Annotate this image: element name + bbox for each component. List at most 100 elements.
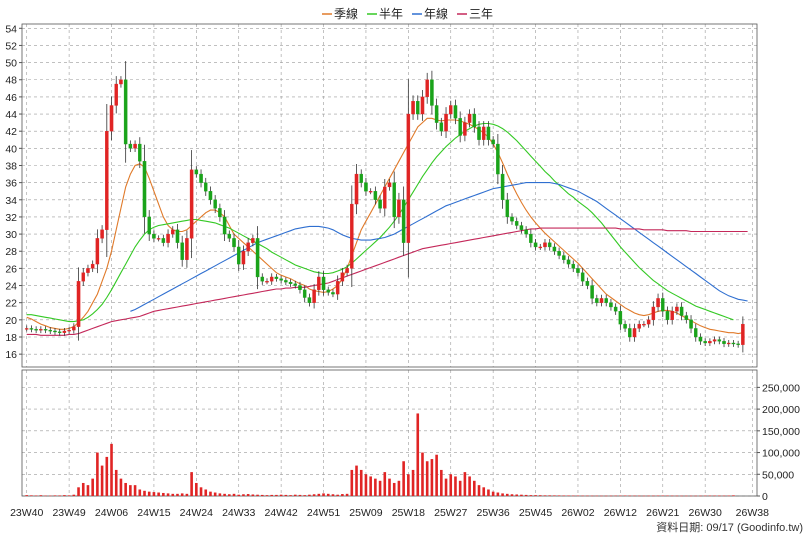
candle-body-97 <box>481 126 486 140</box>
candle-body-140 <box>684 315 689 320</box>
volume-bar-21 <box>124 482 127 496</box>
candle-body-15 <box>95 238 100 265</box>
price-tick-label-16: 48 <box>5 75 17 87</box>
volume-bar-27 <box>152 492 156 496</box>
candle-body-57 <box>293 283 298 286</box>
volume-bar-118 <box>581 495 584 497</box>
week-tick-label-6: 24W42 <box>264 507 297 519</box>
candle-body-79 <box>397 199 401 218</box>
price-tick-label-2: 20 <box>5 315 17 327</box>
candle-body-37 <box>199 173 203 183</box>
candle-body-16 <box>100 229 104 239</box>
candle-body-24 <box>138 143 142 162</box>
candle-body-70 <box>354 173 359 205</box>
volume-bar-65 <box>331 494 335 496</box>
data-date-footer: 資料日期: 09/17 (Goodinfo.tw) <box>656 520 803 534</box>
stock-chart: 季線 半年 年線 三年 16 18 20 22 24 26 28 30 32 34 36 38 40 42 44 4… <box>0 0 808 540</box>
candle-body-17 <box>105 131 109 230</box>
volume-bar-43 <box>228 494 231 496</box>
volume-bar-131 <box>642 495 646 497</box>
week-tick-label-0: 23W40 <box>10 507 43 519</box>
candle-body-29 <box>161 238 166 243</box>
volume-bar-90 <box>449 474 453 496</box>
candle-body-23 <box>133 143 137 149</box>
volume-bar-25 <box>143 490 146 496</box>
candle-body-61 <box>312 289 316 303</box>
volume-bar-48 <box>251 494 255 496</box>
week-tick-label-5: 24W33 <box>222 507 255 519</box>
candle-body-145 <box>708 341 712 344</box>
candle-body-99 <box>491 139 495 145</box>
volume-bar-67 <box>341 494 344 496</box>
volume-bar-147 <box>718 495 721 497</box>
volume-bar-77 <box>388 478 391 496</box>
candle-body-11 <box>76 281 81 327</box>
candle-body-119 <box>585 281 590 286</box>
candle-body-93 <box>463 122 467 136</box>
week-tick-label-12: 25W45 <box>519 507 552 519</box>
week-tick-label-10: 25W27 <box>434 507 467 519</box>
volume-bar-4 <box>44 495 47 497</box>
candle-body-120 <box>590 285 594 299</box>
candle-body-98 <box>486 126 491 140</box>
week-tick-label-14: 26W12 <box>604 507 637 519</box>
volume-bar-10 <box>72 494 76 496</box>
volume-bar-137 <box>670 495 674 497</box>
week-tick-label-1: 23W49 <box>52 507 85 519</box>
volume-bar-2 <box>34 495 38 496</box>
volume-bars <box>25 413 735 497</box>
candle-body-32 <box>175 229 180 243</box>
volume-bar-96 <box>477 485 481 496</box>
volume-bar-0 <box>25 495 29 496</box>
volume-bar-33 <box>180 493 184 496</box>
volume-bar-108 <box>534 495 537 496</box>
volume-bar-110 <box>543 495 547 496</box>
candlesticks <box>24 61 745 353</box>
volume-bar-78 <box>392 482 396 496</box>
candle-body-44 <box>232 238 236 248</box>
volume-bar-19 <box>114 469 118 496</box>
volume-bar-104 <box>515 494 519 496</box>
price-tick-label-17: 50 <box>5 58 17 70</box>
candle-body-142 <box>694 328 698 338</box>
week-tick-label-7: 24W51 <box>307 507 340 519</box>
volume-bar-6 <box>53 495 57 496</box>
volume-bar-20 <box>119 478 123 496</box>
volume-bar-88 <box>440 469 443 496</box>
volume-bar-144 <box>703 495 707 497</box>
volume-bar-126 <box>619 495 622 497</box>
candle-body-139 <box>679 306 684 316</box>
candle-body-138 <box>675 306 679 312</box>
candle-body-89 <box>444 113 448 132</box>
ma-quarter-line <box>26 117 744 335</box>
week-tick-label-15: 26W21 <box>646 507 679 519</box>
candle-body-3 <box>39 329 43 331</box>
candle-body-18 <box>109 105 114 132</box>
candle-body-54 <box>279 278 283 281</box>
volume-bar-36 <box>195 482 198 496</box>
candle-body-38 <box>203 182 208 192</box>
volume-bar-80 <box>402 461 405 496</box>
volume-bar-47 <box>246 494 250 496</box>
volume-tick-label-5: 250,000 <box>762 382 800 394</box>
legend-label-2: 年線 <box>424 6 448 21</box>
ma-3-year-line <box>26 227 748 336</box>
volume-bar-97 <box>482 487 486 496</box>
volume-bar-94 <box>468 476 471 496</box>
volume-bar-61 <box>312 494 316 496</box>
candle-body-113 <box>557 251 561 256</box>
volume-bar-38 <box>204 489 208 496</box>
volume-bar-81 <box>407 474 410 496</box>
candle-body-86 <box>430 79 434 106</box>
candle-body-126 <box>618 311 623 325</box>
volume-bar-28 <box>157 492 160 496</box>
volume-bar-9 <box>67 495 71 496</box>
candle-body-41 <box>218 208 222 218</box>
price-tick-label-0: 16 <box>5 349 17 361</box>
price-tick-label-8: 32 <box>5 212 17 224</box>
price-tick-label-19: 54 <box>5 23 17 35</box>
volume-bar-83 <box>416 413 420 496</box>
volume-bar-69 <box>350 469 354 496</box>
legend-label-0: 季線 <box>334 6 358 21</box>
volume-tick-label-4: 200,000 <box>762 404 800 416</box>
